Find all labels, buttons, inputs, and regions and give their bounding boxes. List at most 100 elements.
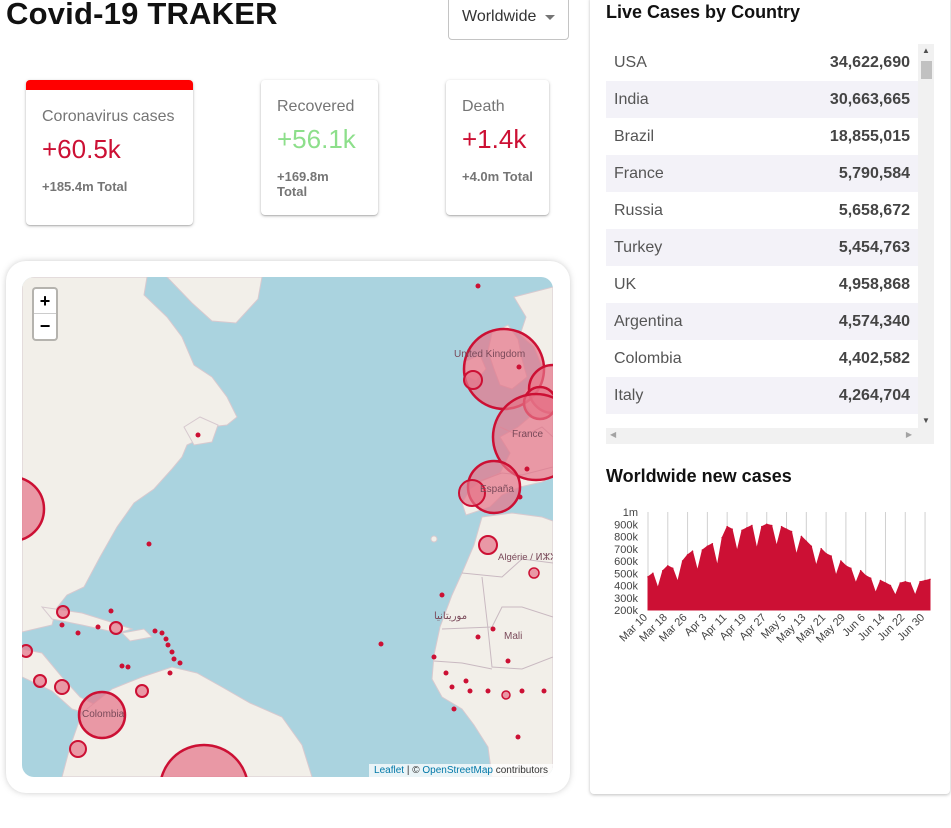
country-cases: 4,402,582 bbox=[838, 349, 910, 367]
live-cases-table[interactable]: USA 34,622,690 India 30,663,665 Brazil 18,855… bbox=[606, 44, 934, 444]
chart-point bbox=[919, 581, 921, 583]
y-tick-label: 200k bbox=[614, 605, 638, 617]
country-cases: 4,958,868 bbox=[838, 275, 910, 293]
deaths-card[interactable]: Death +1.4k +4.0m Total bbox=[446, 80, 549, 215]
scroll-right-icon[interactable]: ▶ bbox=[906, 430, 912, 439]
table-row: USA 34,622,690 bbox=[606, 44, 918, 81]
country-name: USA bbox=[614, 53, 647, 71]
chart-point bbox=[775, 545, 778, 548]
chart-point bbox=[676, 581, 679, 583]
recovered-card-title: Recovered bbox=[277, 98, 355, 115]
table-row: Brazil 18,855,015 bbox=[606, 118, 918, 155]
new-cases-chart: 200k 300k 400k 500k 600k 700k 800k 900k 1m Mar 10… bbox=[590, 504, 950, 684]
attribution-separator: | © bbox=[404, 765, 423, 776]
chart-point bbox=[879, 579, 882, 582]
region-select-value: Worldwide bbox=[462, 8, 537, 25]
cases-card[interactable]: Coronavirus cases +60.5k +185.4m Total bbox=[26, 80, 193, 225]
chart-point bbox=[770, 524, 773, 527]
chart-point bbox=[691, 550, 694, 552]
cases-card-title: Coronavirus cases bbox=[42, 108, 175, 125]
scroll-down-icon[interactable]: ▼ bbox=[922, 416, 930, 425]
world-map[interactable]: United Kingdom France España Algérie / ⵍ… bbox=[22, 277, 553, 777]
country-cases: 34,622,690 bbox=[829, 53, 910, 71]
chart-point bbox=[855, 582, 857, 584]
chart-point bbox=[790, 530, 793, 533]
table-rows: USA 34,622,690 India 30,663,665 Brazil 18,855… bbox=[606, 44, 934, 414]
table-row: UK 4,958,868 bbox=[606, 266, 918, 303]
chart-point bbox=[864, 574, 867, 577]
chart-point bbox=[904, 581, 907, 583]
scrollbar-thumb[interactable] bbox=[921, 61, 932, 79]
deaths-card-title: Death bbox=[462, 98, 505, 115]
country-name: Colombia bbox=[614, 349, 682, 367]
chart-point bbox=[681, 560, 684, 562]
map-label-france: France bbox=[512, 429, 544, 440]
y-tick-label: 500k bbox=[614, 568, 638, 580]
vertical-scrollbar[interactable]: ▲ ▼ bbox=[918, 44, 934, 428]
y-tick-label: 300k bbox=[614, 593, 638, 605]
map-label-mauritania: موريتانيا bbox=[434, 611, 467, 622]
country-name: Argentina bbox=[614, 312, 683, 330]
table-row: Argentina 4,574,340 bbox=[606, 303, 918, 340]
chart-point bbox=[756, 548, 758, 550]
horizontal-scrollbar[interactable]: ◀ ▶ bbox=[606, 428, 934, 444]
country-cases: 5,790,584 bbox=[838, 164, 910, 182]
chart-point bbox=[721, 536, 723, 539]
country-cases: 30,663,665 bbox=[829, 90, 910, 108]
map-tiles: United Kingdom France España Algérie / ⵍ… bbox=[22, 277, 553, 777]
chart-svg: 200k300k400k500k600k700k800k900k1mMar 10… bbox=[614, 507, 931, 646]
osm-link[interactable]: OpenStreetMap bbox=[422, 765, 493, 776]
chart-point bbox=[652, 572, 654, 575]
map-label-uk: United Kingdom bbox=[454, 349, 525, 360]
chart-point bbox=[736, 550, 738, 552]
chart-point bbox=[845, 565, 847, 567]
chart-point bbox=[751, 524, 753, 527]
chart-point bbox=[761, 525, 763, 528]
table-row: India 30,663,665 bbox=[606, 81, 918, 118]
chart-point bbox=[785, 528, 788, 530]
country-name: France bbox=[614, 164, 664, 182]
y-tick-label: 400k bbox=[614, 581, 638, 593]
recovered-card-value: +56.1k bbox=[277, 124, 356, 154]
chart-point bbox=[746, 527, 748, 529]
zoom-out-button[interactable]: − bbox=[34, 314, 56, 339]
country-name: Brazil bbox=[614, 127, 655, 145]
deaths-card-total: +4.0m Total bbox=[462, 169, 533, 184]
zoom-in-button[interactable]: + bbox=[34, 289, 56, 314]
cases-card-total: +185.4m Total bbox=[42, 179, 128, 194]
chart-title: Worldwide new cases bbox=[606, 466, 792, 486]
chart-point bbox=[899, 582, 902, 584]
map-attribution: Leaflet | © OpenStreetMap contributors bbox=[369, 764, 553, 777]
chart-point bbox=[820, 548, 822, 550]
country-cases: 5,454,763 bbox=[838, 238, 910, 256]
chart-point bbox=[657, 587, 659, 589]
country-name: UK bbox=[614, 275, 637, 293]
country-name: Italy bbox=[614, 386, 644, 404]
table-row: Russia 5,658,672 bbox=[606, 192, 918, 229]
chart-point bbox=[671, 567, 674, 570]
region-select[interactable]: Worldwide bbox=[448, 0, 569, 40]
chart-point bbox=[765, 523, 768, 526]
chart-point bbox=[731, 528, 733, 530]
recovered-card[interactable]: Recovered +56.1k +169.8m Total bbox=[261, 80, 378, 215]
scroll-left-icon[interactable]: ◀ bbox=[610, 430, 616, 439]
y-tick-label: 800k bbox=[614, 532, 638, 544]
y-tick-label: 1m bbox=[623, 507, 638, 519]
chart-point bbox=[647, 576, 649, 578]
chart-point bbox=[686, 554, 689, 556]
country-cases: 4,264,704 bbox=[838, 386, 910, 404]
land-arctic-islands bbox=[166, 277, 263, 324]
leaflet-link[interactable]: Leaflet bbox=[374, 765, 404, 776]
attribution-suffix: contributors bbox=[492, 765, 548, 776]
chart-point bbox=[850, 567, 852, 570]
y-tick-label: 600k bbox=[614, 556, 638, 568]
table-row: Colombia 4,402,582 bbox=[606, 340, 918, 377]
scroll-up-icon[interactable]: ▲ bbox=[922, 46, 930, 55]
chart-point bbox=[701, 549, 704, 551]
deaths-card-value: +1.4k bbox=[462, 124, 527, 154]
chart-point bbox=[914, 594, 916, 597]
chart-point bbox=[726, 525, 728, 528]
case-bubble-morocco bbox=[478, 535, 498, 555]
chart-point bbox=[662, 570, 664, 572]
app-title: Covid-19 TRAKER bbox=[6, 0, 278, 31]
